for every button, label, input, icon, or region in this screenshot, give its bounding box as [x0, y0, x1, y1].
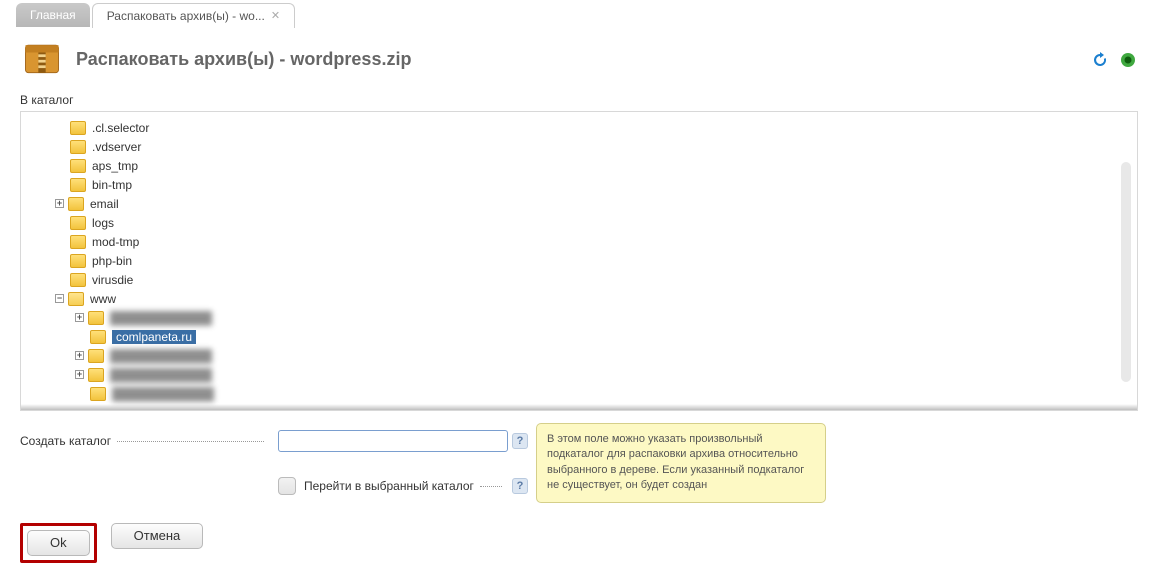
tree-node-label: .cl.selector	[92, 121, 149, 135]
tree-node-label: comlpaneta.ru	[112, 330, 196, 344]
help-icon[interactable]: ?	[512, 478, 528, 494]
go-to-selected-checkbox[interactable]	[278, 477, 296, 495]
tree-node[interactable]: + email	[55, 194, 1133, 213]
folder-icon	[70, 254, 86, 268]
ok-button[interactable]: Ok	[27, 530, 90, 556]
collapse-icon[interactable]: −	[55, 294, 64, 303]
folder-icon	[88, 368, 104, 382]
folder-icon	[70, 216, 86, 230]
tree-node[interactable]: mod-tmp	[55, 232, 1133, 251]
tree-node-label: ████████████	[110, 349, 212, 363]
tree-node[interactable]: comlpaneta.ru	[55, 327, 1133, 346]
close-icon[interactable]: ✕	[271, 9, 280, 22]
folder-icon	[68, 292, 84, 306]
folder-icon	[70, 140, 86, 154]
page-title: Распаковать архив(ы) - wordpress.zip	[76, 49, 411, 70]
tree-node-label: email	[90, 197, 119, 211]
create-catalog-input[interactable]	[278, 430, 508, 452]
refresh-icon[interactable]	[1090, 50, 1110, 70]
folder-icon	[68, 197, 84, 211]
directory-tree: .cl.selector .vdserver aps_tmp bin-tmp + emai…	[20, 111, 1138, 411]
tree-node[interactable]: .cl.selector	[55, 118, 1133, 137]
tree-node-label: logs	[92, 216, 114, 230]
ok-highlight: Ok	[20, 523, 97, 563]
scrollbar[interactable]	[1121, 162, 1131, 382]
tree-node[interactable]: + ████████████	[55, 365, 1133, 384]
tree-node[interactable]: php-bin	[55, 251, 1133, 270]
folder-icon	[90, 387, 106, 401]
go-to-selected-label: Перейти в выбранный каталог	[304, 479, 508, 493]
tab-strip: Главная Распаковать архив(ы) - wo... ✕	[0, 0, 1158, 26]
folder-icon	[70, 121, 86, 135]
folder-icon	[70, 273, 86, 287]
folder-icon	[88, 349, 104, 363]
tree-node-label: .vdserver	[92, 140, 141, 154]
folder-icon	[88, 311, 104, 325]
help-icon[interactable]: ?	[512, 433, 528, 449]
archive-icon	[20, 36, 64, 83]
cancel-button[interactable]: Отмена	[111, 523, 204, 549]
tree-node-label: aps_tmp	[92, 159, 138, 173]
create-catalog-label: Создать каталог	[20, 423, 270, 460]
syslog-icon[interactable]	[1118, 50, 1138, 70]
tree-node-label: virusdie	[92, 273, 133, 287]
panel-shadow	[21, 404, 1137, 410]
tree-node[interactable]: + ████████████	[55, 308, 1133, 327]
expand-icon[interactable]: +	[75, 351, 84, 360]
expand-icon[interactable]: +	[75, 370, 84, 379]
to-catalog-label: В каталог	[0, 93, 1158, 111]
tab-extract-label: Распаковать архив(ы) - wo...	[107, 9, 265, 23]
tree-node[interactable]: aps_tmp	[55, 156, 1133, 175]
folder-icon	[90, 330, 106, 344]
tree-node-label: ████████████	[110, 368, 212, 382]
folder-icon	[70, 235, 86, 249]
tab-main-label: Главная	[30, 8, 76, 22]
tree-node[interactable]: − www	[55, 289, 1133, 308]
tab-main[interactable]: Главная	[16, 3, 90, 27]
expand-icon[interactable]: +	[75, 313, 84, 322]
tooltip: В этом поле можно указать произвольный п…	[536, 423, 826, 503]
tree-node-label: php-bin	[92, 254, 132, 268]
tree-node-label: ████████████	[110, 311, 212, 325]
dialog-buttons: Ok Отмена	[20, 523, 1158, 563]
tree-node[interactable]: logs	[55, 213, 1133, 232]
tree-node[interactable]: + ████████████	[55, 346, 1133, 365]
page-header: Распаковать архив(ы) - wordpress.zip	[0, 26, 1158, 93]
tree-node-label: www	[90, 292, 116, 306]
tree-node-label: bin-tmp	[92, 178, 132, 192]
folder-icon	[70, 159, 86, 173]
tree-node[interactable]: virusdie	[55, 270, 1133, 289]
tree-node[interactable]: bin-tmp	[55, 175, 1133, 194]
tab-extract[interactable]: Распаковать архив(ы) - wo... ✕	[92, 3, 295, 28]
tree-node[interactable]: ████████████	[55, 384, 1133, 403]
tree-node[interactable]: .vdserver	[55, 137, 1133, 156]
folder-icon	[70, 178, 86, 192]
tree-node-label: ████████████	[112, 387, 214, 401]
tree-node-label: mod-tmp	[92, 235, 139, 249]
expand-icon[interactable]: +	[55, 199, 64, 208]
